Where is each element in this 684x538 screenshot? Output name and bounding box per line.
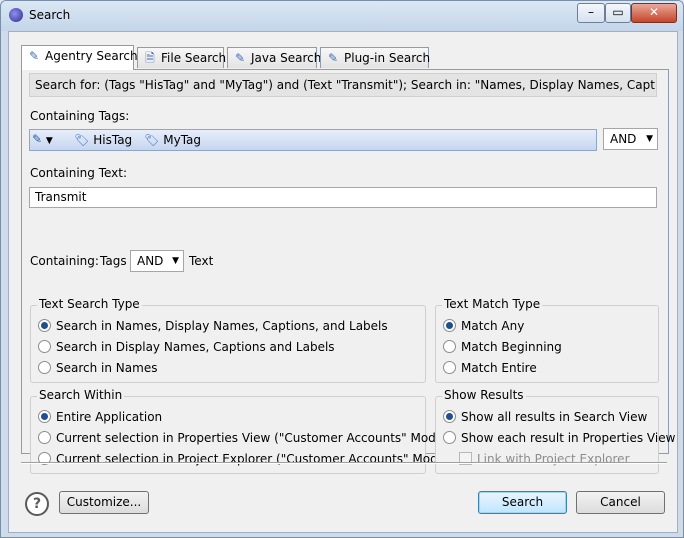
minimize-button[interactable]: – (577, 3, 605, 23)
chevron-down-icon: ▼ (172, 256, 179, 266)
show-results-option[interactable]: Show each result in Properties View (443, 430, 675, 446)
tab-java-search[interactable]: ✎ Java Search (227, 47, 321, 68)
chevron-down-icon: ▼ (646, 134, 653, 144)
java-search-icon: ✎ (234, 51, 246, 65)
search-within-option[interactable]: Current selection in Project Explorer ("… (38, 451, 461, 467)
tag-add-icon: ✎ (32, 132, 43, 146)
tab-plugin-search[interactable]: ✎ Plug-in Search (320, 47, 430, 68)
text-search-type-title: Text Search Type (37, 297, 142, 311)
maximize-button[interactable]: ▭ (605, 3, 631, 23)
window-title: Search (29, 8, 71, 22)
radio[interactable] (443, 340, 456, 353)
search-dialog: Search – ▭ ✕ ✎ Agentry Search 🗎 File Searc… (0, 0, 684, 538)
tag-mytag[interactable]: 🏷 MyTag (144, 132, 201, 148)
radio[interactable] (38, 340, 51, 353)
match-option[interactable]: Match Entire (443, 360, 537, 376)
containing-operator-select[interactable]: AND ▼ (130, 250, 184, 272)
text-search-option[interactable]: Search in Display Names, Captions and La… (38, 339, 335, 355)
tag-menu-button[interactable]: ✎ ▼ (32, 132, 68, 148)
containing-text-input[interactable]: Transmit (29, 187, 657, 208)
search-button[interactable]: Search (478, 491, 567, 514)
cancel-button[interactable]: Cancel (576, 491, 665, 514)
radio-selected[interactable] (38, 319, 51, 332)
radio[interactable] (443, 431, 456, 444)
eclipse-icon (9, 8, 23, 22)
chevron-down-icon: ▼ (45, 136, 53, 146)
containing-tags-label: Containing Tags: (30, 109, 130, 123)
containing-left-label: Tags (100, 254, 127, 268)
text-search-option[interactable]: Search in Names (38, 360, 157, 376)
radio-selected[interactable] (443, 410, 456, 423)
text-match-type-title: Text Match Type (442, 297, 543, 311)
text-search-type-group: Text Search Type Search in Names, Displa… (30, 297, 426, 383)
containing-text-label: Containing Text: (30, 166, 128, 180)
search-within-title: Search Within (37, 388, 125, 402)
text-match-type-group: Text Match Type Match Any Match Beginnin… (435, 297, 659, 383)
dialog-body: ✎ Agentry Search 🗎 File Search ✎ Java Searc… (8, 31, 678, 533)
tag-icon: 🏷 (74, 133, 90, 147)
close-button[interactable]: ✕ (631, 3, 677, 23)
tag-histag[interactable]: 🏷 HisTag (74, 132, 132, 148)
footer-separator (21, 462, 667, 464)
wand-icon: ✎ (28, 49, 40, 63)
tab-file-search[interactable]: 🗎 File Search (137, 47, 226, 68)
tag-bar: ✎ ▼ 🏷 HisTag 🏷 MyTag (29, 129, 597, 151)
title-bar: Search – ▭ ✕ (1, 1, 683, 31)
plugin-search-icon: ✎ (327, 51, 339, 65)
containing-right-label: Text (189, 254, 214, 268)
match-option[interactable]: Match Any (443, 318, 524, 334)
search-within-option[interactable]: Entire Application (38, 409, 162, 425)
radio[interactable] (38, 361, 51, 374)
tab-panel: Search for: (Tags "HisTag" and "MyTag") … (21, 69, 675, 474)
link-explorer-option: Link with Project Explorer (459, 451, 630, 467)
radio[interactable] (443, 361, 456, 374)
agentry-search-panel: Search for: (Tags "HisTag" and "MyTag") … (22, 70, 675, 474)
match-option[interactable]: Match Beginning (443, 339, 562, 355)
tag-icon: 🏷 (144, 133, 160, 147)
customize-button[interactable]: Customize... (59, 491, 149, 514)
radio-selected[interactable] (38, 410, 51, 423)
file-search-icon: 🗎 (145, 51, 155, 65)
text-search-option[interactable]: Search in Names, Display Names, Captions… (38, 318, 388, 334)
show-results-title: Show Results (442, 388, 526, 402)
containing-label: Containing: (30, 254, 99, 268)
search-within-option[interactable]: Current selection in Properties View ("C… (38, 430, 459, 446)
search-summary: Search for: (Tags "HisTag" and "MyTag") … (29, 73, 657, 97)
show-results-option[interactable]: Show all results in Search View (443, 409, 647, 425)
tags-operator-select[interactable]: AND ▼ (603, 128, 658, 150)
radio[interactable] (38, 431, 51, 444)
tab-agentry-search[interactable]: ✎ Agentry Search (21, 45, 138, 70)
radio-selected[interactable] (443, 319, 456, 332)
help-icon[interactable]: ? (25, 492, 49, 516)
